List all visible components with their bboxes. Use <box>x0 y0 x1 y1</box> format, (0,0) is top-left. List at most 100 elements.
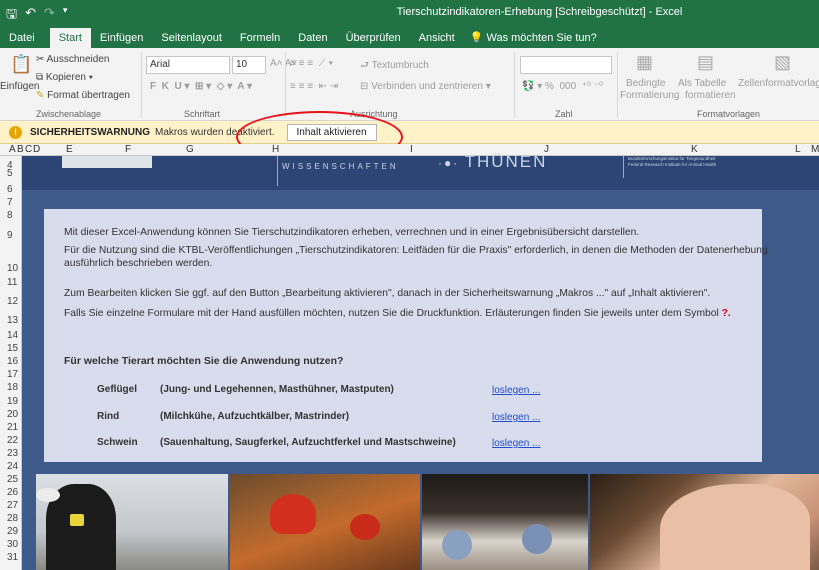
cow-photo <box>36 474 228 570</box>
tab-formeln[interactable]: Formeln <box>231 28 289 48</box>
column-header[interactable]: H <box>272 144 279 155</box>
row-header[interactable]: 29 <box>7 526 18 537</box>
tab-daten[interactable]: Daten <box>289 28 336 48</box>
ktbl-logo-fragment <box>62 156 152 168</box>
row-header[interactable]: 28 <box>7 513 18 524</box>
cow-ear-shape <box>36 488 60 502</box>
tab-ueberpruefen[interactable]: Überprüfen <box>337 28 410 48</box>
wrap-text-button[interactable]: ⮐ Textumbruch <box>360 58 429 75</box>
banner-wissenschaften: WISSENSCHAFTEN <box>282 162 399 171</box>
animal-desc-gefluegel: (Jung- und Legehennen, Masthühner, Mastp… <box>160 384 394 395</box>
start-link-gefluegel[interactable]: loslegen ... <box>492 385 540 396</box>
tab-einfuegen[interactable]: Einfügen <box>91 28 152 48</box>
row-header[interactable]: 14 <box>7 330 18 341</box>
help-question-icon[interactable]: ?. <box>722 308 731 319</box>
format-as-table-button[interactable]: Als Tabelle <box>678 78 726 89</box>
copy-icon: ⧉ <box>36 72 44 83</box>
number-format-select[interactable] <box>520 56 612 74</box>
column-header[interactable]: A <box>9 144 16 155</box>
start-link-rind[interactable]: loslegen ... <box>492 412 540 423</box>
font-size-select[interactable]: 10 <box>232 56 266 74</box>
group-label-number: Zahl <box>555 109 573 119</box>
bold-italic-underline[interactable]: F K U ▾ ⊞ ▾ ◇ ▾ A ▾ <box>150 81 252 92</box>
row-header[interactable]: 19 <box>7 396 18 407</box>
merge-center-button[interactable]: ⊟ Verbinden und zentrieren ▾ <box>360 81 491 92</box>
row-headers: 4 5 6 7 8 9 10 11 12 13 14 15 16 17 18 1… <box>0 156 22 570</box>
cut-label: Ausschneiden <box>46 54 110 65</box>
row-header[interactable]: 9 <box>7 230 13 241</box>
column-header[interactable]: K <box>691 144 698 155</box>
warning-icon: ! <box>9 125 22 139</box>
row-header[interactable]: 30 <box>7 539 18 550</box>
row-header[interactable]: 16 <box>7 356 18 367</box>
conditional-format-button[interactable]: Bedingte <box>626 78 665 89</box>
row-header[interactable]: 12 <box>7 296 18 307</box>
row-header[interactable]: 8 <box>7 210 13 221</box>
row-header[interactable]: 15 <box>7 343 18 354</box>
row-header[interactable]: 22 <box>7 435 18 446</box>
cow-eartag-shape <box>70 514 84 526</box>
column-header[interactable]: C <box>25 144 32 155</box>
tell-me-search[interactable]: 💡 Was möchten Sie tun? <box>464 28 603 48</box>
row-header[interactable]: 20 <box>7 409 18 420</box>
group-separator <box>141 52 142 118</box>
animal-name-gefluegel: Geflügel <box>97 384 138 395</box>
conditional-format-label-2: Formatierung <box>620 90 680 101</box>
row-header[interactable]: 7 <box>7 197 13 208</box>
format-painter-button[interactable]: ✎ Format übertragen <box>36 90 130 101</box>
column-header[interactable]: D <box>33 144 40 155</box>
row-header[interactable]: 23 <box>7 448 18 459</box>
number-format-icons[interactable]: 💱 ▾ % 000 ⁺⁰ ⁻⁰ <box>522 81 603 92</box>
column-header[interactable]: G <box>186 144 194 155</box>
row-header[interactable]: 10 <box>7 263 18 274</box>
group-label-styles: Formatvorlagen <box>697 109 761 119</box>
start-link-schwein[interactable]: loslegen ... <box>492 438 540 449</box>
chicken-comb-shape <box>270 494 316 534</box>
column-header[interactable]: I <box>410 144 413 155</box>
brush-icon: ✎ <box>36 90 45 101</box>
tell-me-label: Was möchten Sie tun? <box>486 32 597 44</box>
font-name-select[interactable]: Arial <box>146 56 230 74</box>
copy-button[interactable]: ⧉ Kopieren ▾ <box>36 72 93 83</box>
intro-line-2b: ausführlich beschrieben werden. <box>64 258 213 269</box>
cell-styles-button[interactable]: Zellenformatvorlagen <box>738 78 819 89</box>
align-top-icons[interactable]: ≡ ≡ ≡ ⟋ ▾ <box>290 58 333 69</box>
tab-datei[interactable]: Datei <box>0 28 44 48</box>
tab-seitenlayout[interactable]: Seitenlayout <box>152 28 231 48</box>
row-header[interactable]: 25 <box>7 474 18 485</box>
column-header[interactable]: M <box>811 144 819 155</box>
tab-start[interactable]: Start <box>49 28 91 48</box>
animal-desc-rind: (Milchkühe, Aufzuchtkälber, Mastrinder) <box>160 411 350 422</box>
copy-label: Kopieren <box>45 72 86 83</box>
row-header[interactable]: 5 <box>7 168 13 179</box>
row-header[interactable]: 18 <box>7 382 18 393</box>
row-header[interactable]: 27 <box>7 500 18 511</box>
row-header[interactable]: 6 <box>7 184 13 195</box>
format-painter-label: Format übertragen <box>47 90 130 101</box>
row-header[interactable]: 17 <box>7 369 18 380</box>
title-bar: 🖫 ↶ ↷ ▾ Tierschutzindikatoren-Erhebung [… <box>0 0 819 26</box>
turkey-photo <box>422 474 588 570</box>
row-header[interactable]: 24 <box>7 461 18 472</box>
animal-name-schwein: Schwein <box>97 437 138 448</box>
row-header[interactable]: 21 <box>7 422 18 433</box>
intro-line-3: Zum Bearbeiten klicken Sie ggf. auf den … <box>64 288 711 299</box>
format-as-table-icon: ▤ <box>697 52 715 72</box>
row-header[interactable]: 26 <box>7 487 18 498</box>
align-horizontal-icons[interactable]: ≡ ≡ ≡ ⇤ ⇥ <box>290 81 338 92</box>
row-header[interactable]: 11 <box>7 277 17 288</box>
paste-icon[interactable]: 📋 <box>10 54 32 75</box>
column-header[interactable]: F <box>125 144 131 155</box>
row-header[interactable]: 13 <box>7 315 18 326</box>
row-header[interactable]: 31 <box>7 552 18 563</box>
column-header[interactable]: L <box>795 144 801 155</box>
cut-button[interactable]: ✂ Ausschneiden <box>36 54 109 65</box>
paste-button[interactable]: Einfügen <box>0 81 39 92</box>
intro-line-4-text: Falls Sie einzelne Formulare mit der Han… <box>64 308 719 319</box>
column-header[interactable]: E <box>66 144 73 155</box>
column-header[interactable]: B <box>17 144 24 155</box>
turkey-head-shape <box>442 530 472 560</box>
animal-question: Für welche Tierart möchten Sie die Anwen… <box>64 355 344 367</box>
chicken-photo <box>230 474 420 570</box>
tab-ansicht[interactable]: Ansicht <box>410 28 464 48</box>
